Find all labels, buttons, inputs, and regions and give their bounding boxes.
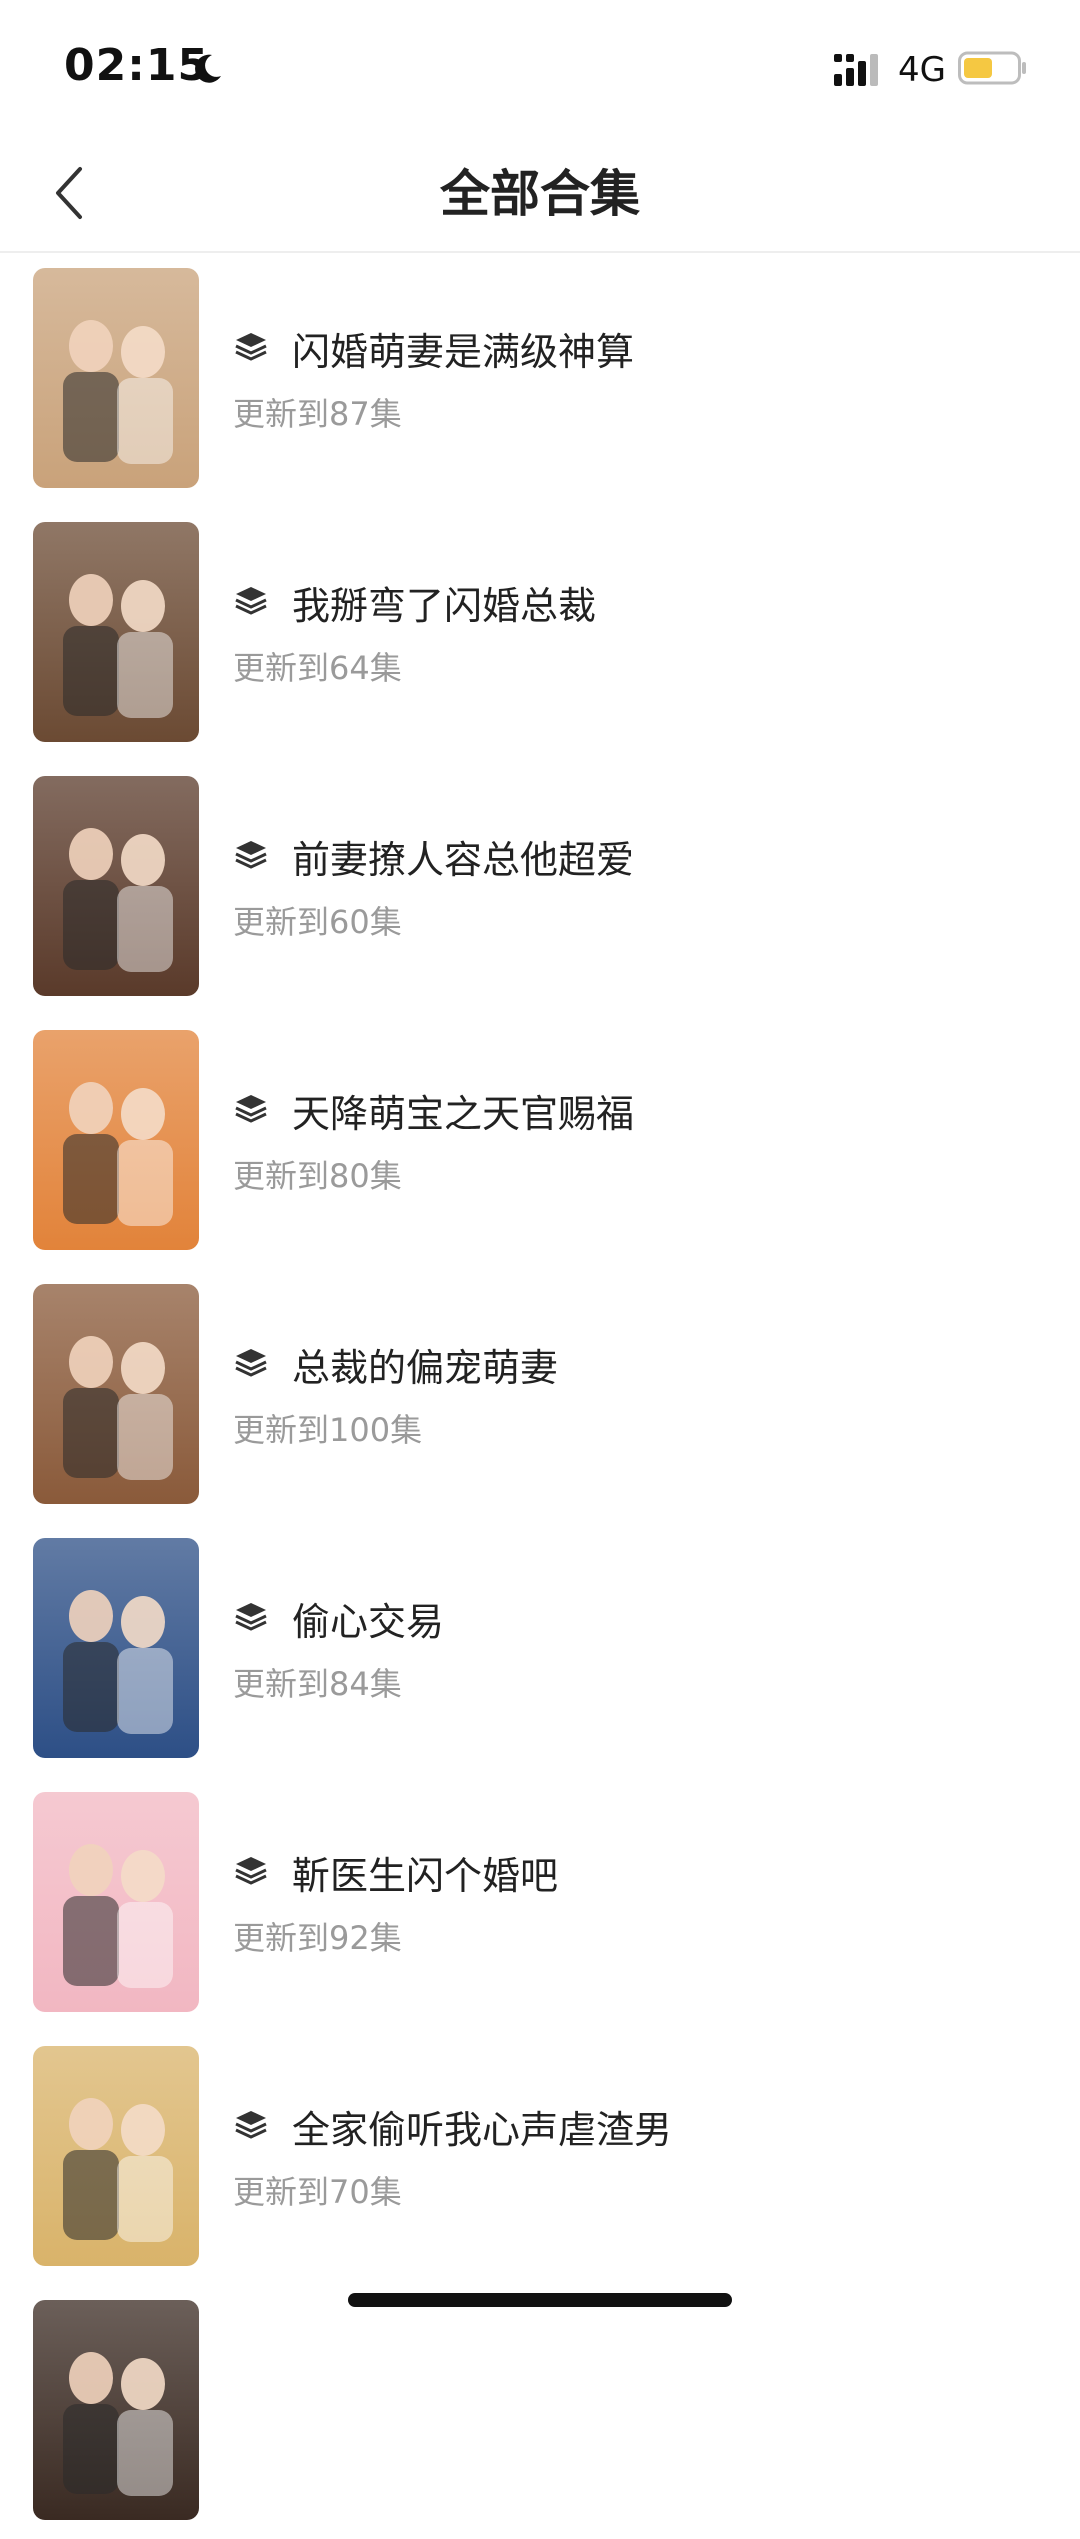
page-title: 全部合集 bbox=[440, 165, 640, 223]
collection-title: 我掰弯了闪婚总裁 bbox=[292, 584, 597, 628]
list-item[interactable]: 偷心交易更新到84集 bbox=[0, 1523, 1080, 1777]
status-bar: 02:15 4G bbox=[0, 0, 1080, 135]
episode-count: 更新到100集 bbox=[233, 1411, 423, 1449]
collection-title: 总裁的偏宠萌妻 bbox=[292, 1346, 559, 1390]
cover-image[interactable] bbox=[33, 2046, 199, 2266]
episode-count: 更新到80集 bbox=[233, 1157, 402, 1195]
signal-icon bbox=[834, 54, 878, 86]
home-indicator bbox=[348, 2293, 732, 2307]
cover-image[interactable] bbox=[33, 1030, 199, 1250]
list-item[interactable]: 闪婚萌妻是满级神算更新到87集 bbox=[0, 253, 1080, 507]
nav-bar: 全部合集 bbox=[0, 135, 1080, 253]
battery-icon bbox=[958, 51, 1026, 85]
episode-count: 更新到92集 bbox=[233, 1919, 402, 1957]
list-item[interactable]: 总裁的偏宠萌妻更新到100集 bbox=[0, 1269, 1080, 1523]
cover-image[interactable] bbox=[33, 1792, 199, 2012]
moon-icon bbox=[195, 54, 221, 83]
collection-stack-icon bbox=[235, 2111, 267, 2139]
chevron-left-icon bbox=[56, 167, 82, 219]
network-label: 4G bbox=[898, 50, 946, 90]
status-time: 02:15 bbox=[64, 40, 210, 91]
episode-count: 更新到70集 bbox=[233, 2173, 402, 2211]
list-item[interactable]: 全家偷听我心声虐渣男更新到70集 bbox=[0, 2031, 1080, 2285]
back-button[interactable] bbox=[30, 153, 110, 233]
collection-stack-icon bbox=[235, 1349, 267, 1377]
collection-title: 全家偷听我心声虐渣男 bbox=[292, 2108, 673, 2152]
collection-list: 闪婚萌妻是满级神算 更新到87集 我掰弯了闪婚总裁 更新到64集 前妻撩人容总他超爱 更新… bbox=[0, 253, 1080, 2539]
episode-count: 更新到64集 bbox=[233, 649, 402, 687]
episode-count: 更新到84集 bbox=[233, 1665, 402, 1703]
collection-stack-icon bbox=[235, 333, 267, 361]
list-item[interactable]: 我掰弯了闪婚总裁更新到64集 bbox=[0, 507, 1080, 761]
cover-image[interactable] bbox=[33, 776, 199, 996]
cover-image[interactable] bbox=[33, 2300, 199, 2520]
cover-image[interactable] bbox=[33, 268, 199, 488]
collection-title: 靳医生闪个婚吧 bbox=[292, 1854, 559, 1898]
collection-title: 闪婚萌妻是满级神算 bbox=[292, 330, 635, 374]
collection-title: 天降萌宝之天官赐福 bbox=[292, 1092, 635, 1136]
collection-stack-icon bbox=[235, 1095, 267, 1123]
list-item[interactable] bbox=[0, 2285, 1080, 2539]
list-item[interactable]: 前妻撩人容总他超爱更新到60集 bbox=[0, 761, 1080, 1015]
cover-image[interactable] bbox=[33, 1538, 199, 1758]
list-item[interactable]: 天降萌宝之天官赐福更新到80集 bbox=[0, 1015, 1080, 1269]
collection-stack-icon bbox=[235, 1603, 267, 1631]
episode-count: 更新到87集 bbox=[233, 395, 402, 433]
collection-stack-icon bbox=[235, 1857, 267, 1885]
collection-title: 前妻撩人容总他超爱 bbox=[292, 838, 635, 882]
list-item[interactable]: 靳医生闪个婚吧更新到92集 bbox=[0, 1777, 1080, 2031]
cover-image[interactable] bbox=[33, 522, 199, 742]
episode-count: 更新到60集 bbox=[233, 903, 402, 941]
collection-title: 偷心交易 bbox=[292, 1600, 445, 1644]
collection-stack-icon bbox=[235, 587, 267, 615]
cover-image[interactable] bbox=[33, 1284, 199, 1504]
collection-stack-icon bbox=[235, 841, 267, 869]
